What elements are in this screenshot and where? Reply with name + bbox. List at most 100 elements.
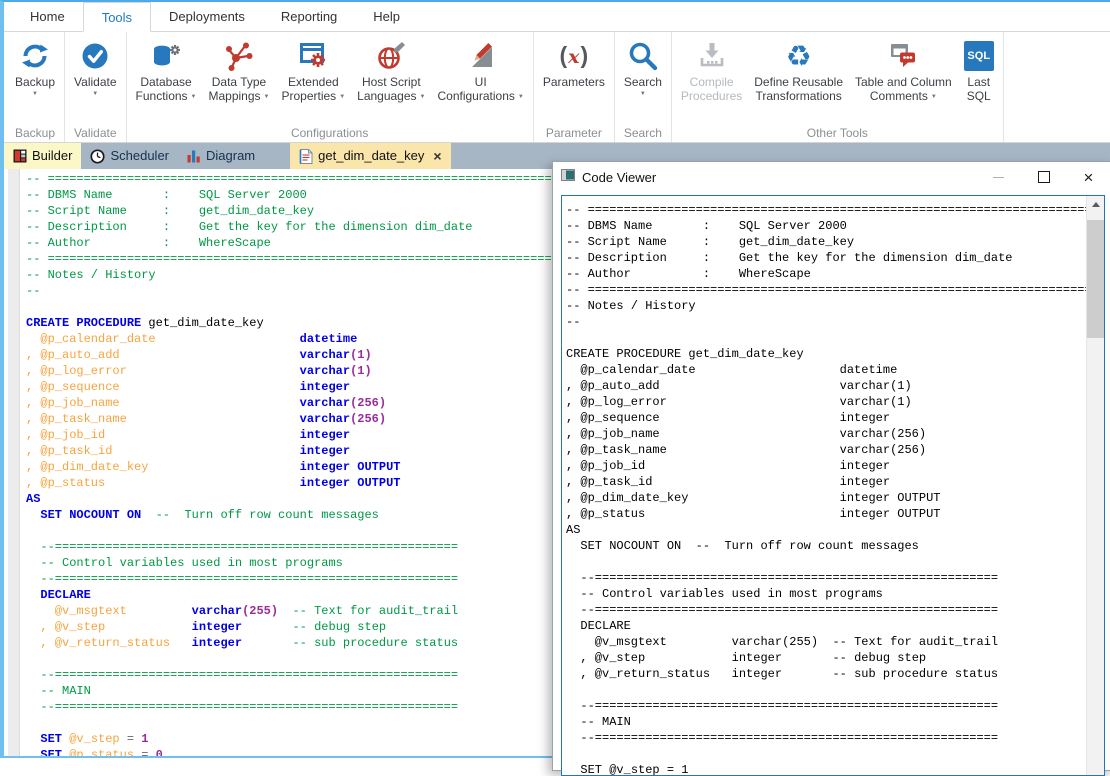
ribbon-button-data-type-mappings[interactable]: Data TypeMappings▼ (203, 32, 276, 104)
ribbon-button-ui-configurations[interactable]: UIConfigurations▼ (431, 32, 529, 104)
ribbon-button-host-script-languages[interactable]: Host ScriptLanguages▼ (351, 32, 431, 104)
code-line (566, 682, 1087, 698)
ribbon-button-label: UI (475, 75, 487, 89)
ribbon-button-search[interactable]: Search▼ (618, 32, 668, 98)
ribbon-button-label: Parameters (543, 75, 605, 89)
code-line: --======================================… (566, 698, 1087, 714)
chevron-down-icon: ▼ (264, 90, 270, 104)
code-line: -- =====================================… (566, 282, 1087, 298)
code-line: , @p_status integer OUTPUT (566, 506, 1087, 522)
code-line: SET @v_step = 1 (566, 762, 1087, 775)
code-line: -- Description : Get the key for the dim… (566, 250, 1087, 266)
code-line: , @p_task_name varchar(256) (566, 442, 1087, 458)
chevron-down-icon: ▼ (339, 90, 345, 104)
tab-label: get_dim_date_key (318, 143, 424, 169)
ribbon-group-label: Search (618, 123, 668, 142)
chevron-down-icon: ▼ (420, 90, 426, 104)
tab-label: Scheduler (110, 143, 169, 169)
code-line: , @p_log_error varchar(1) (566, 394, 1087, 410)
code-line: DECLARE (566, 618, 1087, 634)
extended-properties-icon (297, 37, 329, 75)
chevron-down-icon: ▼ (92, 90, 98, 98)
ribbon-group-label: Configurations (130, 123, 530, 142)
code-line: AS (566, 522, 1087, 538)
ribbon-button-define-reusable-transformations[interactable]: ♻Define ReusableTransformations (748, 32, 849, 103)
code-line: -- DBMS Name : SQL Server 2000 (566, 218, 1087, 234)
code-viewer-window: Code Viewer × -- =======================… (552, 161, 1110, 771)
close-button[interactable]: × (1066, 162, 1110, 192)
ribbon-group-label: Backup (9, 123, 61, 142)
minimize-icon (993, 177, 1004, 178)
ribbon-button-label: Search (624, 75, 662, 89)
code-line: --======================================… (566, 570, 1087, 586)
maximize-icon (1038, 171, 1050, 183)
ribbon-button-backup[interactable]: Backup▼ (9, 32, 61, 98)
data-type-mappings-icon (223, 37, 255, 75)
ribbon-group-label: Validate (68, 123, 122, 142)
ribbon-group-other-tools: CompileProcedures♻Define ReusableTransfo… (672, 32, 1004, 142)
tab-label: Diagram (206, 143, 255, 169)
menu-item-reporting[interactable]: Reporting (263, 2, 355, 31)
tab-scheduler[interactable]: Scheduler (81, 143, 178, 169)
procedure-doc-icon (299, 149, 313, 164)
minimize-button[interactable] (976, 162, 1021, 192)
chevron-down-icon: ▼ (931, 90, 937, 104)
code-line: -- Control variables used in most progra… (566, 586, 1087, 602)
table-column-comments-icon (887, 37, 919, 75)
ribbon-button-parameters[interactable]: (x)Parameters (537, 32, 611, 89)
menu-item-help[interactable]: Help (355, 2, 418, 31)
chevron-down-icon: ▼ (518, 90, 524, 104)
scrollbar-thumb[interactable] (1087, 220, 1104, 338)
ribbon-button-label: Procedures (681, 89, 742, 103)
ribbon-button-table-and-column-comments[interactable]: Table and ColumnComments▼ (849, 32, 958, 104)
code-viewer-icon (561, 168, 575, 187)
ribbon-button-label: Host Script (362, 75, 421, 89)
scrollbar-up-button[interactable] (1087, 196, 1104, 213)
viewer-code: -- =====================================… (566, 202, 1087, 775)
code-line: @p_calendar_date datetime (566, 362, 1087, 378)
maximize-button[interactable] (1021, 162, 1066, 192)
viewer-content: -- =====================================… (561, 195, 1105, 776)
ribbon-button-label: Mappings▼ (209, 89, 270, 104)
code-line: -- MAIN (566, 714, 1087, 730)
ribbon-button-label: Table and Column (855, 75, 952, 89)
ribbon-button-extended-properties[interactable]: ExtendedProperties▼ (275, 32, 351, 104)
last-sql-icon: SQL (964, 37, 994, 75)
define-reusable-transformations-icon: ♻ (786, 37, 812, 75)
ribbon-button-label: Comments▼ (870, 89, 937, 104)
tab-builder[interactable]: Builder (4, 143, 81, 169)
tab-diagram[interactable]: Diagram (178, 143, 264, 169)
ribbon-button-database-functions[interactable]: DatabaseFunctions▼ (130, 32, 203, 104)
code-line: -- Author : WhereScape (566, 266, 1087, 282)
chevron-down-icon: ▼ (191, 90, 197, 104)
app-window: HomeToolsDeploymentsReportingHelp Backup… (0, 0, 1110, 758)
ribbon-button-label: Define Reusable (754, 75, 843, 89)
ribbon-button-validate[interactable]: Validate▼ (68, 32, 122, 98)
ribbon-button-label: Languages▼ (357, 89, 425, 104)
ribbon-button-label: Data Type (212, 75, 266, 89)
code-line: , @p_auto_add varchar(1) (566, 378, 1087, 394)
tab-get_dim_date_key[interactable]: get_dim_date_key × (290, 143, 450, 169)
close-icon: × (1084, 169, 1094, 186)
menu-item-home[interactable]: Home (12, 2, 83, 31)
code-line: CREATE PROCEDURE get_dim_date_key (566, 346, 1087, 362)
tab-close-icon[interactable]: × (433, 148, 441, 164)
code-line: , @v_return_status integer -- sub proced… (566, 666, 1087, 682)
window-titlebar[interactable]: Code Viewer × (553, 162, 1110, 192)
ui-configurations-icon (465, 37, 497, 75)
ribbon-button-label: Properties▼ (281, 89, 345, 104)
ribbon-button-label: Backup (15, 75, 55, 89)
menu-item-tools[interactable]: Tools (83, 2, 151, 32)
code-line: --======================================… (566, 730, 1087, 746)
menu-item-deployments[interactable]: Deployments (151, 2, 263, 31)
code-line: , @p_task_id integer (566, 474, 1087, 490)
code-line (566, 554, 1087, 570)
search-icon (627, 37, 659, 75)
ribbon-button-compile-procedures[interactable]: CompileProcedures (675, 32, 748, 103)
ribbon-group-backup: Backup▼Backup (6, 32, 65, 142)
vertical-scrollbar[interactable] (1086, 196, 1104, 775)
ribbon-button-last-sql[interactable]: SQLLastSQL (958, 32, 1000, 103)
tab-label: Builder (32, 143, 72, 169)
window-controls: × (976, 162, 1110, 192)
ribbon-group-label: Parameter (537, 123, 611, 142)
